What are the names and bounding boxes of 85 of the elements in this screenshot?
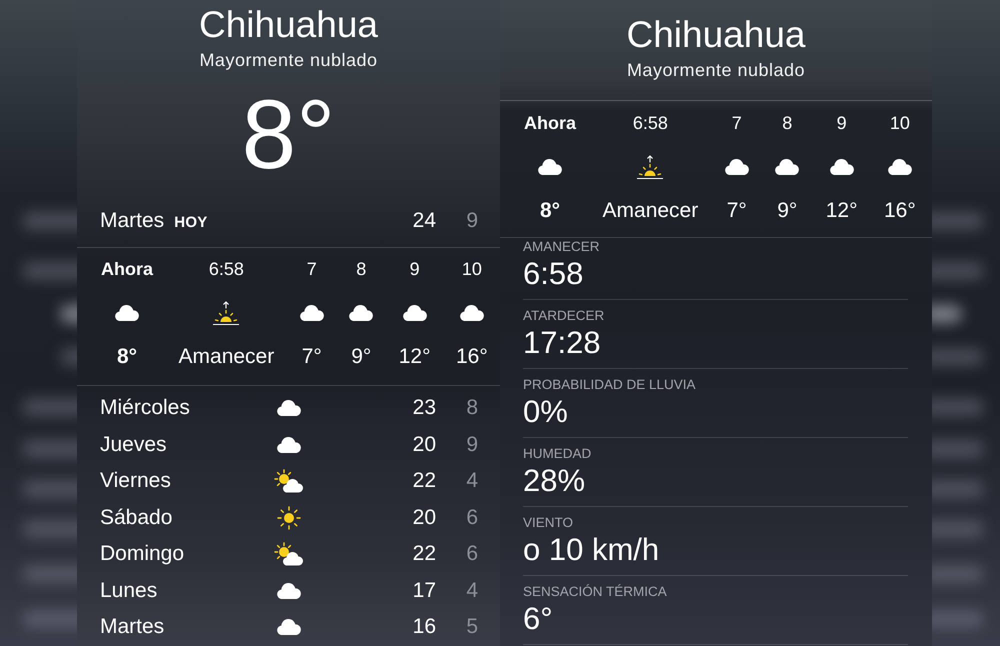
- today-label: HOY: [174, 214, 208, 231]
- detail-value: 6:58: [523, 257, 584, 291]
- low-temperature: 6: [465, 542, 478, 566]
- cloud-icon: [888, 159, 912, 175]
- high-temperature: 24: [412, 209, 436, 233]
- low-temperature: 8: [465, 396, 478, 420]
- detail-value: o 10 km/h: [523, 533, 660, 567]
- cloud-icon: [277, 436, 301, 453]
- low-temperature: 4: [465, 578, 478, 603]
- hourly-temperature: 8°: [540, 199, 560, 223]
- hour-label: 7: [732, 112, 742, 134]
- hourly-temperature: 9°: [351, 345, 372, 369]
- high-temperature: 20: [412, 506, 436, 530]
- high-temperature: 23: [412, 396, 436, 420]
- hour-label: Ahora: [101, 258, 154, 280]
- detail-value: 0%: [523, 395, 569, 429]
- low-temperature: 5: [465, 615, 478, 640]
- hour-label: 6:58: [208, 258, 244, 280]
- cloud-icon: [115, 305, 139, 321]
- city-name: Chihuahua: [626, 14, 806, 56]
- detail-label: PROBABILIDAD DE LLUVIA: [523, 377, 697, 393]
- day-name: Sábado: [100, 506, 174, 530]
- high-temperature: 16: [412, 615, 436, 640]
- sunrise-icon: [636, 154, 664, 180]
- detail-label: SENSACIÓN TÉRMICA: [523, 584, 668, 600]
- day-name: Miércoles: [100, 396, 191, 420]
- cloud-icon: [349, 305, 374, 321]
- sun-icon: [277, 506, 301, 530]
- hourly-temperature: 9°: [777, 199, 798, 223]
- day-name: Martes: [100, 615, 166, 640]
- day-name: Martes: [100, 209, 164, 233]
- detail-label: ATARDECER: [523, 308, 606, 324]
- cloud-icon: [830, 159, 854, 175]
- hour-label: 10: [890, 112, 910, 134]
- low-temperature: 9: [465, 432, 478, 457]
- hourly-temperature: Amanecer: [178, 345, 274, 369]
- hourly-temperature: 16°: [456, 345, 488, 369]
- sun-behind-cloud-icon: [274, 542, 304, 566]
- detail-label: AMANECER: [523, 239, 601, 255]
- hourly-temperature: 8°: [116, 345, 138, 369]
- cloud-icon: [277, 619, 301, 636]
- weather-condition: Mayormente nublado: [199, 49, 378, 71]
- detail-label: HUMEDAD: [523, 446, 592, 462]
- hourly-temperature: 7°: [726, 199, 747, 223]
- high-temperature: 22: [412, 542, 436, 566]
- hourly-temperature: 12°: [398, 345, 430, 369]
- high-temperature: 22: [412, 469, 436, 494]
- day-name: Viernes: [100, 469, 172, 494]
- day-name: Lunes: [100, 578, 158, 603]
- sunrise-icon: [212, 300, 240, 326]
- cloud-icon: [724, 159, 749, 175]
- cloud-icon: [538, 159, 562, 175]
- detail-value: 17:28: [523, 326, 602, 360]
- low-temperature: 6: [465, 506, 478, 530]
- low-temperature: 4: [465, 469, 478, 494]
- detail-value: 28%: [523, 464, 586, 498]
- hour-label: 6:58: [632, 112, 668, 134]
- cloud-icon: [300, 305, 324, 321]
- hour-label: 8: [356, 258, 366, 280]
- hour-label: 9: [836, 112, 847, 134]
- hour-label: 10: [462, 258, 482, 280]
- day-name: Domingo: [100, 542, 186, 566]
- cloud-icon: [277, 400, 301, 416]
- hourly-temperature: Amanecer: [602, 199, 698, 223]
- high-temperature: 17: [412, 578, 436, 603]
- hour-label: 9: [410, 258, 420, 280]
- cloud-icon: [277, 582, 301, 599]
- city-name: Chihuahua: [199, 4, 378, 46]
- sun-behind-cloud-icon: [274, 469, 304, 494]
- high-temperature: 20: [412, 432, 436, 457]
- weather-condition: Mayormente nublado: [626, 59, 806, 81]
- cloud-icon: [460, 305, 484, 321]
- hourly-temperature: 7°: [302, 345, 322, 369]
- cloud-icon: [775, 159, 800, 175]
- low-temperature: 9: [465, 209, 478, 233]
- cloud-icon: [402, 305, 427, 321]
- hour-label: 8: [782, 112, 792, 134]
- hour-label: 7: [306, 258, 317, 280]
- detail-label: VIENTO: [523, 515, 574, 531]
- current-temperature: 8°: [242, 84, 336, 184]
- hourly-temperature: 12°: [826, 199, 858, 223]
- detail-value: 6°: [523, 602, 554, 636]
- day-name: Jueves: [100, 432, 168, 457]
- hour-label: Ahora: [524, 112, 576, 134]
- hourly-temperature: 16°: [884, 199, 916, 223]
